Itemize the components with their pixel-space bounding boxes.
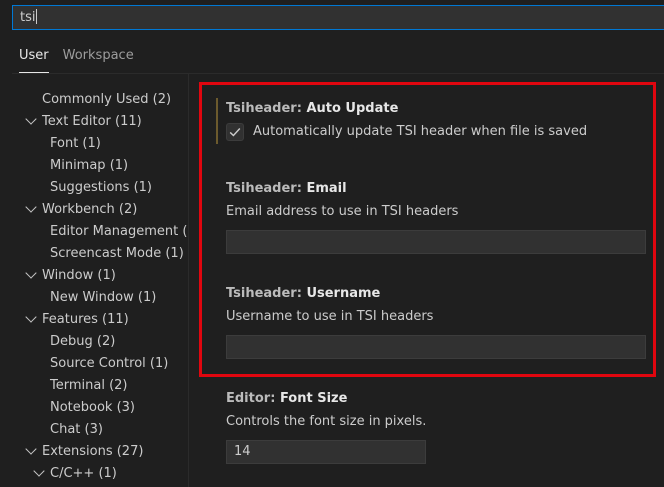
setting-description-font-size: Controls the font size in pixels. xyxy=(226,414,427,429)
chevron-down-icon[interactable] xyxy=(25,267,37,279)
tab-user[interactable]: User xyxy=(12,40,56,73)
toc-item-workbench[interactable]: Workbench (2) xyxy=(42,199,137,221)
toc-item-notebook[interactable]: Notebook (3) xyxy=(50,397,135,419)
font-size-field[interactable]: 14 xyxy=(226,440,426,464)
toc-item-window[interactable]: Window (1) xyxy=(42,265,116,287)
toc-item-screencast-mode[interactable]: Screencast Mode (1) xyxy=(50,243,184,265)
settings-search-input[interactable]: tsi xyxy=(12,5,664,30)
toc-item-editor-management[interactable]: Editor Management (1) xyxy=(50,221,188,243)
settings-toc-tree: Commonly Used (2) Text Editor (11) Font … xyxy=(0,74,189,487)
chevron-down-icon[interactable] xyxy=(25,443,37,455)
toc-item-debug[interactable]: Debug (2) xyxy=(50,331,115,353)
toc-item-suggestions[interactable]: Suggestions (1) xyxy=(50,177,152,199)
text-caret xyxy=(36,9,38,24)
toc-item-font[interactable]: Font (1) xyxy=(50,133,101,155)
toc-item-features[interactable]: Features (11) xyxy=(42,309,129,331)
toc-item-source-control[interactable]: Source Control (1) xyxy=(50,353,168,375)
highlight-annotation-box xyxy=(199,82,656,377)
chevron-down-icon[interactable] xyxy=(25,311,37,323)
setting-title-font-size: Editor: Font Size xyxy=(226,391,348,406)
settings-scope-tabs: User Workspace xyxy=(12,40,141,73)
toc-item-cpp[interactable]: C/C++ (1) xyxy=(50,463,117,485)
toc-item-extensions[interactable]: Extensions (27) xyxy=(42,441,143,463)
toc-item-minimap[interactable]: Minimap (1) xyxy=(50,155,128,177)
toc-item-commonly-used[interactable]: Commonly Used (2) xyxy=(42,89,171,111)
chevron-down-icon[interactable] xyxy=(25,113,37,125)
tab-workspace[interactable]: Workspace xyxy=(56,40,141,73)
toc-item-chat[interactable]: Chat (3) xyxy=(50,419,103,441)
toc-item-new-window[interactable]: New Window (1) xyxy=(50,287,156,309)
chevron-down-icon[interactable] xyxy=(25,201,37,213)
toc-item-terminal[interactable]: Terminal (2) xyxy=(50,375,128,397)
chevron-down-icon[interactable] xyxy=(33,465,45,477)
search-input-value: tsi xyxy=(20,10,36,25)
toc-item-text-editor[interactable]: Text Editor (11) xyxy=(42,111,142,133)
